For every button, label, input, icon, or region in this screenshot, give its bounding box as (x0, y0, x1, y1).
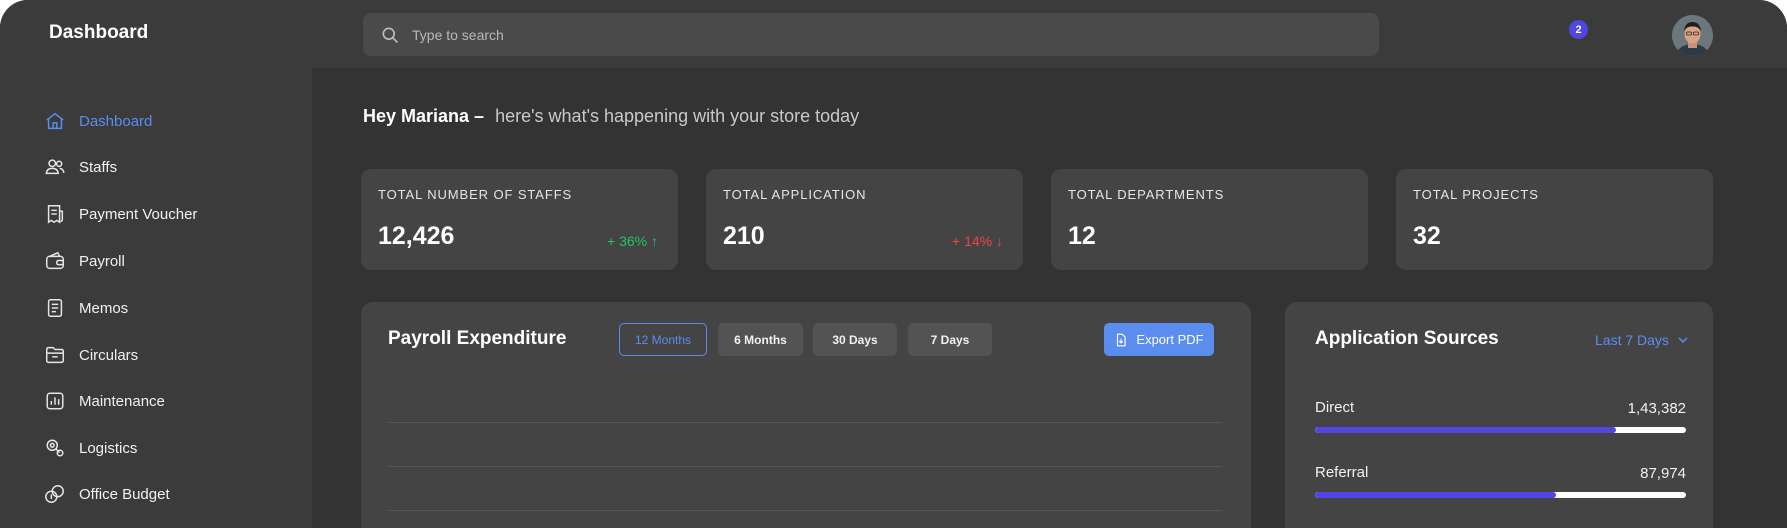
sidebar-item-payment-voucher[interactable]: Payment Voucher (44, 199, 197, 229)
home-icon (46, 112, 64, 130)
stat-delta-positive: + 36% ↑ (607, 233, 658, 249)
sidebar-item-maintenance[interactable]: Maintenance (44, 386, 165, 416)
user-avatar[interactable] (1672, 15, 1713, 56)
tab-12-months[interactable]: 12 Months (619, 323, 707, 356)
tab-30-days[interactable]: 30 Days (813, 323, 897, 356)
users-icon (45, 159, 65, 175)
sidebar-item-label: Maintenance (79, 392, 165, 410)
source-bar-fill (1315, 427, 1616, 433)
stat-value: 210 (723, 222, 765, 250)
document-icon (47, 299, 63, 317)
export-pdf-button[interactable]: Export PDF (1104, 323, 1214, 356)
folder-icon (46, 346, 64, 364)
app-frame: Dashboard 2 Dashboard Staffs Pa (0, 0, 1787, 528)
chart-gridline (388, 422, 1222, 423)
sidebar-item-label: Office Budget (79, 485, 170, 503)
stat-card-staffs: TOTAL NUMBER OF STAFFS 12,426 + 36% ↑ (361, 169, 678, 270)
source-value-direct: 1,43,382 (1627, 400, 1686, 417)
search-icon (382, 27, 399, 43)
file-download-icon (1117, 333, 1127, 346)
brand-title: Dashboard (49, 22, 149, 43)
greeting-name: Hey Mariana – (363, 106, 485, 126)
sidebar-item-memos[interactable]: Memos (44, 293, 128, 323)
sidebar-item-circulars[interactable]: Circulars (44, 340, 138, 370)
export-pdf-label: Export PDF (1136, 332, 1204, 347)
sidebar-item-label: Circulars (79, 346, 139, 364)
coins-icon (45, 485, 64, 503)
stat-delta-negative: + 14% ↓ (952, 233, 1003, 249)
sidebar-item-dashboard[interactable]: Dashboard (44, 106, 152, 136)
stat-card-departments: TOTAL DEPARTMENTS 12 (1051, 169, 1368, 270)
period-label: Last 7 Days (1595, 332, 1669, 348)
stat-value: 12 (1068, 222, 1096, 250)
sidebar-item-label: Memos (79, 299, 129, 317)
source-value-referral: 87,974 (1640, 465, 1686, 482)
stat-card-projects: TOTAL PROJECTS 32 (1396, 169, 1713, 270)
chart-gridline (388, 510, 1222, 511)
search-bar[interactable] (363, 13, 1379, 56)
greeting: Hey Mariana – here's what's happening wi… (363, 106, 859, 127)
sidebar-item-staffs[interactable]: Staffs (44, 152, 117, 182)
period-dropdown[interactable]: Last 7 Days (1595, 332, 1689, 348)
stat-title: TOTAL PROJECTS (1413, 187, 1539, 202)
tab-6-months[interactable]: 6 Months (718, 323, 803, 356)
sidebar-item-label: Dashboard (79, 112, 153, 130)
source-bar-direct (1315, 427, 1686, 433)
payroll-title: Payroll Expenditure (388, 328, 567, 349)
sidebar-item-office-budget[interactable]: Office Budget (44, 479, 170, 509)
chart-gridline (388, 466, 1222, 467)
sidebar-item-label: Logistics (79, 439, 138, 457)
stat-value: 32 (1413, 222, 1441, 250)
receipt-icon (47, 205, 64, 224)
wallet-icon (46, 251, 64, 270)
notification-badge[interactable]: 2 (1569, 20, 1588, 39)
chevron-down-icon (1678, 337, 1688, 344)
stat-title: TOTAL DEPARTMENTS (1068, 187, 1225, 202)
sidebar-item-payroll[interactable]: Payroll (44, 246, 125, 276)
sidebar-item-label: Payroll (79, 252, 125, 270)
source-label-direct: Direct (1315, 399, 1355, 416)
sidebar-item-label: Staffs (79, 158, 118, 176)
tab-7-days[interactable]: 7 Days (908, 323, 992, 356)
search-input[interactable] (412, 26, 1312, 43)
source-bar-referral (1315, 492, 1686, 498)
stat-title: TOTAL APPLICATION (723, 187, 867, 202)
bar-chart-icon (46, 392, 64, 410)
source-bar-fill (1315, 492, 1557, 498)
logistics-icon (46, 439, 64, 457)
sidebar-item-label: Payment Voucher (79, 205, 198, 223)
source-label-referral: Referral (1315, 464, 1369, 481)
greeting-message: here's what's happening with your store … (495, 106, 860, 126)
sidebar-item-logistics[interactable]: Logistics (44, 433, 137, 463)
stat-title: TOTAL NUMBER OF STAFFS (378, 187, 573, 202)
sources-title: Application Sources (1315, 328, 1499, 349)
stat-value: 12,426 (378, 222, 455, 250)
stat-card-applications: TOTAL APPLICATION 210 + 14% ↓ (706, 169, 1023, 270)
